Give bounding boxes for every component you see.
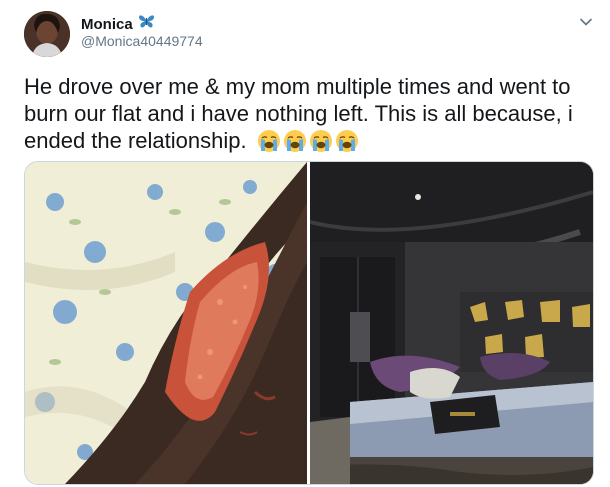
photo-injured-leg[interactable] bbox=[25, 162, 307, 484]
tweet-text-block: He drove over me & my mom multiple times… bbox=[24, 73, 594, 154]
media-grid bbox=[24, 161, 594, 485]
crying-face-icon bbox=[283, 130, 306, 152]
chevron-down-icon[interactable] bbox=[578, 14, 594, 30]
author-name-row[interactable]: Monica bbox=[81, 14, 155, 34]
crying-face-icon bbox=[309, 130, 332, 152]
author-display-name[interactable]: Monica bbox=[81, 16, 133, 33]
avatar[interactable] bbox=[24, 11, 70, 57]
emoji-group bbox=[257, 129, 359, 153]
butterfly-icon bbox=[138, 14, 155, 34]
author-handle[interactable]: @Monica40449774 bbox=[81, 33, 203, 49]
photo-burned-room[interactable] bbox=[310, 162, 593, 484]
crying-face-icon bbox=[257, 130, 280, 152]
crying-face-icon bbox=[335, 130, 358, 152]
tweet-card: Monica @Monica40449774 He drove over me … bbox=[0, 0, 610, 487]
